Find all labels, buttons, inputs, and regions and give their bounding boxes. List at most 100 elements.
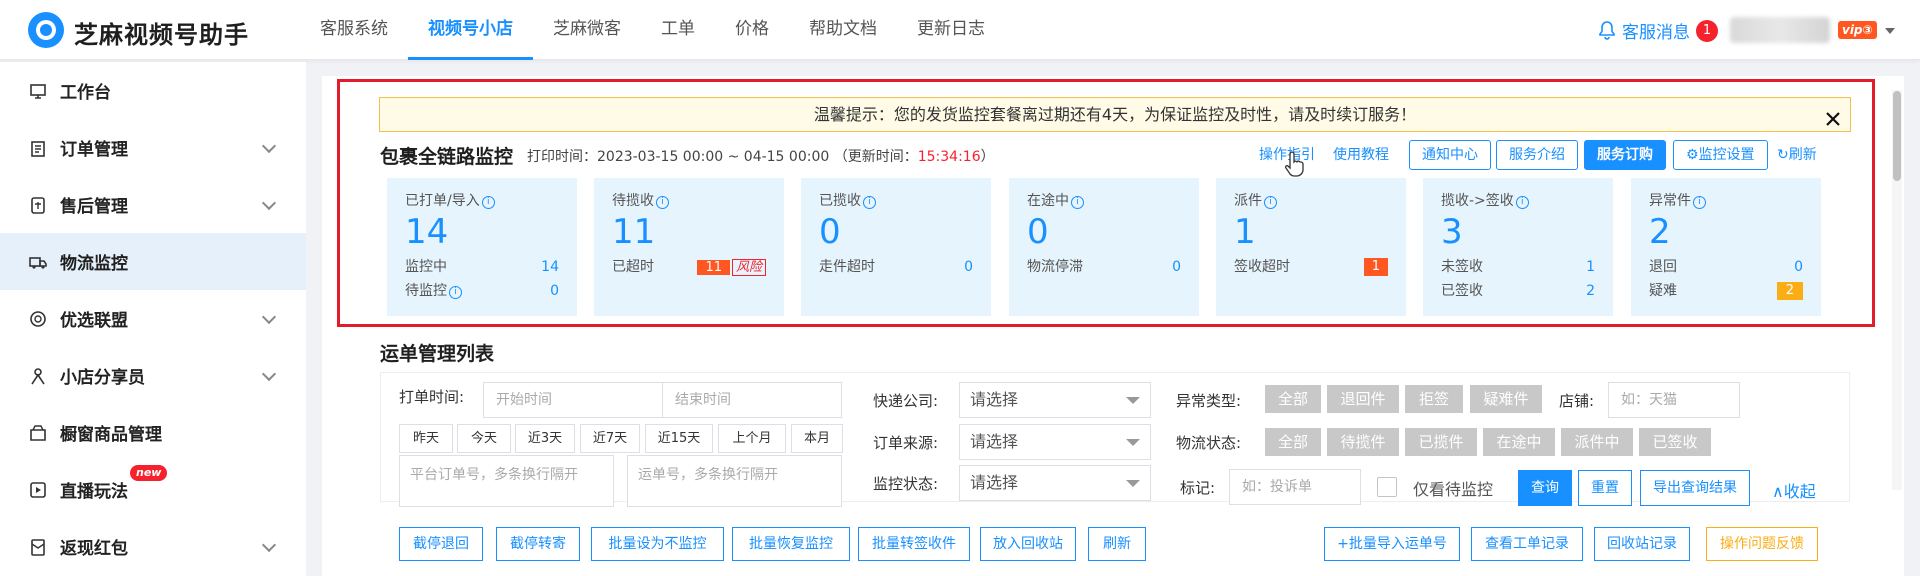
info-icon: i: [863, 196, 876, 209]
log-tag-signed[interactable]: 已签收: [1639, 428, 1711, 456]
nav-price[interactable]: 价格: [715, 0, 789, 60]
sidebar-item-workbench[interactable]: 工作台: [0, 62, 306, 119]
refresh-link[interactable]: ↻刷新: [1777, 144, 1817, 164]
query-button[interactable]: 查询: [1518, 470, 1572, 506]
notify-center-button[interactable]: 通知中心: [1409, 140, 1491, 170]
sidebar-item-logistics[interactable]: 物流监控: [0, 233, 306, 290]
feedback-button[interactable]: 操作问题反馈: [1706, 527, 1818, 561]
ticket-record-button[interactable]: 查看工单记录: [1471, 527, 1583, 561]
stat-value: 3: [1441, 212, 1463, 252]
stat-card-printed[interactable]: 已打单/导入 i 14 监控中 14 待监控 i 0: [387, 178, 577, 316]
chevron-down-icon: [261, 309, 277, 325]
batch-import-button[interactable]: +批量导入运单号: [1324, 527, 1460, 561]
close-icon[interactable]: [1824, 106, 1842, 126]
abn-tag-rejected[interactable]: 拒签: [1405, 385, 1463, 413]
batch-unmonitor-button[interactable]: 批量设为不监控: [591, 527, 724, 561]
stat-row-label: 退回: [1649, 259, 1677, 275]
info-icon: i: [656, 196, 669, 209]
quick-15days[interactable]: 近15天: [645, 424, 713, 453]
cs-message[interactable]: 客服消息 1: [1598, 18, 1718, 43]
risk-tag: 风险: [731, 259, 766, 276]
abn-tag-all[interactable]: 全部: [1265, 385, 1321, 413]
intercept-forward-button[interactable]: 截停转寄: [496, 527, 580, 561]
nav-help[interactable]: 帮助文档: [789, 0, 897, 60]
start-time-input[interactable]: 开始时间: [483, 382, 663, 418]
collapse-link[interactable]: ∧收起: [1772, 478, 1816, 502]
export-button[interactable]: 导出查询结果: [1640, 470, 1750, 506]
stat-card-delivering[interactable]: 派件 i 1 签收超时 1: [1216, 178, 1406, 316]
quick-last-month[interactable]: 上个月: [718, 424, 786, 453]
recycle-record-button[interactable]: 回收站记录: [1594, 527, 1690, 561]
sidebar-item-alliance[interactable]: 优选联盟: [0, 290, 306, 347]
message-count-badge: 1: [1696, 19, 1718, 42]
quick-this-month[interactable]: 本月: [791, 424, 843, 453]
log-tag-all[interactable]: 全部: [1265, 428, 1321, 456]
only-pending-checkbox[interactable]: [1377, 477, 1397, 497]
end-time-input[interactable]: 结束时间: [662, 382, 842, 418]
scrollbar[interactable]: [1892, 90, 1902, 490]
stat-card-abnormal[interactable]: 异常件 i 2 退回 0 疑难 2: [1631, 178, 1821, 316]
shop-input[interactable]: 如：天猫: [1608, 382, 1740, 418]
sidebar-item-cashback[interactable]: 返现红包: [0, 518, 306, 575]
nav-customer-service[interactable]: 客服系统: [300, 0, 408, 60]
sharer-icon: [28, 366, 48, 386]
sidebar-item-aftersale[interactable]: 售后管理: [0, 176, 306, 233]
monitor-state-select[interactable]: 请选择: [959, 465, 1151, 501]
nav-zhima-weike[interactable]: 芝麻微客: [533, 0, 641, 60]
source-select[interactable]: 请选择: [959, 424, 1151, 460]
nav-changelog[interactable]: 更新日志: [897, 0, 1005, 60]
info-icon: i: [1693, 196, 1706, 209]
only-pending-label: 仅看待监控: [1413, 480, 1494, 499]
quick-today[interactable]: 今天: [457, 424, 511, 453]
sidebar-item-live[interactable]: 直播玩法 new: [0, 461, 306, 518]
log-tag-delivering[interactable]: 派件中: [1561, 428, 1633, 456]
refresh-list-button[interactable]: 刷新: [1088, 527, 1146, 561]
nav-ticket[interactable]: 工单: [641, 0, 715, 60]
mark-input[interactable]: 如：投诉单: [1229, 469, 1361, 505]
waybill-number-textarea[interactable]: 运单号，多条换行隔开: [627, 455, 842, 507]
top-nav: 客服系统 视频号小店 芝麻微客 工单 价格 帮助文档 更新日志: [300, 0, 1005, 60]
user-dropdown-icon[interactable]: [1885, 28, 1895, 34]
truck-icon: [28, 252, 48, 272]
renewal-notice: 温馨提示：您的发货监控套餐离过期还有4天，为保证监控及时性，请及时续订服务！: [379, 97, 1851, 132]
aftersale-icon: [28, 195, 48, 215]
service-order-button[interactable]: 服务订购: [1584, 140, 1666, 170]
sidebar-item-orders[interactable]: 订单管理: [0, 119, 306, 176]
stat-label: 已打单/导入: [405, 193, 480, 209]
chevron-down-icon: [261, 537, 277, 553]
express-select[interactable]: 请选择: [959, 382, 1151, 418]
logo-icon: [28, 12, 64, 48]
quick-7days[interactable]: 近7天: [580, 424, 640, 453]
info-icon: i: [1071, 196, 1084, 209]
abn-tag-returned[interactable]: 退回件: [1327, 385, 1399, 413]
sidebar-item-sharer[interactable]: 小店分享员: [0, 347, 306, 404]
stat-card-pickup-to-sign[interactable]: 揽收->签收 i 3 未签收 1 已签收 2: [1423, 178, 1613, 316]
stat-label: 已揽收: [819, 193, 861, 209]
sidebar: 工作台 订单管理 售后管理 物流监控 优选联盟 小店分享员 橱窗商品管理 直播玩…: [0, 62, 306, 576]
quick-3days[interactable]: 近3天: [515, 424, 575, 453]
batch-resume-button[interactable]: 批量恢复监控: [732, 527, 850, 561]
monitor-settings-button[interactable]: ⚙监控设置: [1673, 140, 1768, 170]
service-intro-button[interactable]: 服务介绍: [1496, 140, 1578, 170]
stat-card-pending-pickup[interactable]: 待揽收 i 11 已超时 11 风险: [594, 178, 784, 316]
order-number-textarea[interactable]: 平台订单号，多条换行隔开: [399, 455, 614, 507]
recycle-button[interactable]: 放入回收站: [980, 527, 1076, 561]
stat-card-picked[interactable]: 已揽收 i 0 走件超时 0: [801, 178, 991, 316]
reset-button[interactable]: 重置: [1578, 470, 1632, 506]
nav-video-shop[interactable]: 视频号小店: [408, 0, 533, 60]
abn-tag-difficult[interactable]: 疑难件: [1470, 385, 1542, 413]
log-tag-transit[interactable]: 在途中: [1483, 428, 1555, 456]
stat-row-value: 14: [541, 259, 559, 275]
stat-row-label: 待监控: [405, 283, 447, 299]
log-tag-pending[interactable]: 待揽件: [1327, 428, 1399, 456]
sidebar-item-label: 返现红包: [60, 539, 128, 559]
user-name-blurred[interactable]: [1730, 17, 1830, 43]
sidebar-item-showcase[interactable]: 橱窗商品管理: [0, 404, 306, 461]
log-tag-picked[interactable]: 已揽件: [1405, 428, 1477, 456]
tutorial-link[interactable]: 使用教程: [1333, 144, 1389, 164]
batch-sign-button[interactable]: 批量转签收件: [858, 527, 970, 561]
intercept-return-button[interactable]: 截停退回: [399, 527, 483, 561]
quick-yesterday[interactable]: 昨天: [399, 424, 453, 453]
stat-card-in-transit[interactable]: 在途中 i 0 物流停滞 0: [1009, 178, 1199, 316]
stat-row-value: 0: [1794, 259, 1803, 275]
